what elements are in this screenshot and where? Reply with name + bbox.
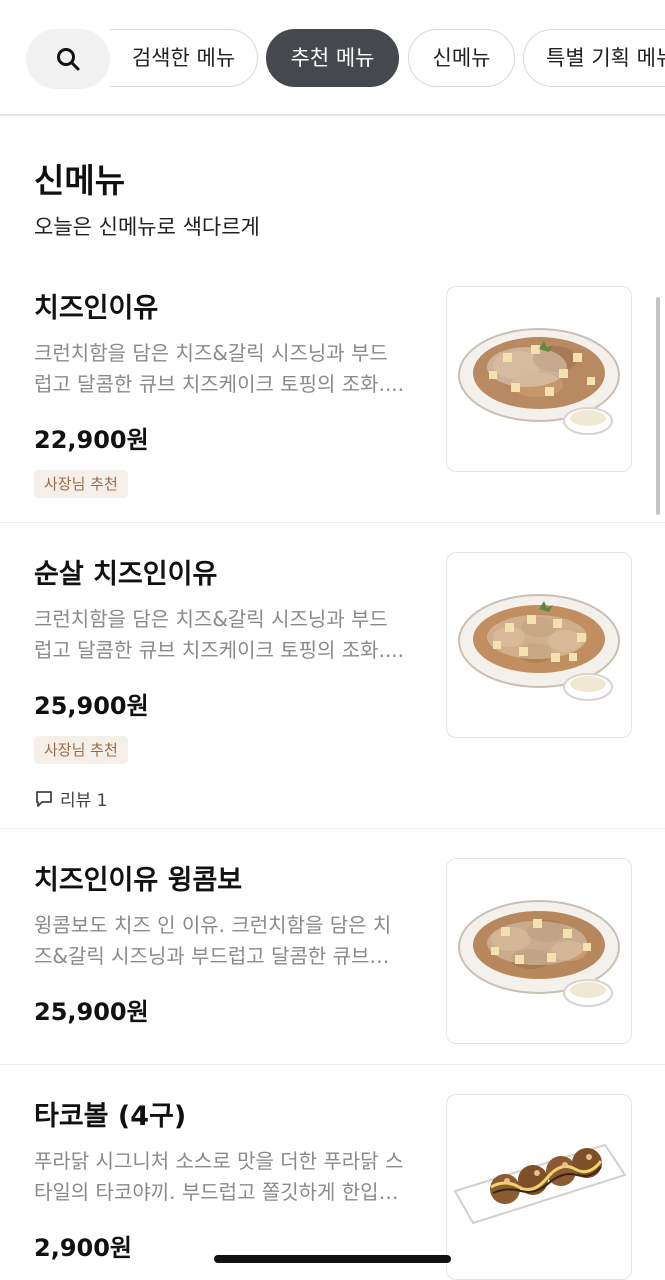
- speech-bubble-icon: [36, 790, 52, 807]
- search-icon: [57, 48, 80, 71]
- menu-item-image[interactable]: [446, 552, 632, 738]
- tab-special-menu[interactable]: 특별 기획 메뉴: [523, 29, 665, 87]
- menu-item[interactable]: 치즈인이유 윙콤보 윙콤보도 치즈 인 이유. 크런치함을 담은 치 즈&갈릭 …: [0, 858, 665, 1064]
- menu-item-name: 치즈인이유: [34, 293, 159, 324]
- menu-item-price: 22,900원: [34, 426, 149, 454]
- scrollbar-thumb[interactable]: [656, 297, 660, 515]
- owner-recommend-badge: 사장님 추천: [34, 470, 128, 498]
- menu-item-name: 치즈인이유 윙콤보: [34, 865, 243, 896]
- menu-item[interactable]: 순살 치즈인이유 크런치함을 담은 치즈&갈릭 시즈닝과 부드 럽고 달콤한 큐…: [0, 552, 665, 828]
- menu-item-name: 타코볼 (4구): [34, 1101, 187, 1132]
- item-divider: [0, 1064, 665, 1065]
- menu-item-price: 25,900원: [34, 998, 149, 1026]
- menu-item-name: 순살 치즈인이유: [34, 559, 218, 590]
- wing-combo-photo: [458, 900, 620, 1007]
- section-title: 신메뉴: [34, 161, 126, 200]
- item-divider: [0, 828, 665, 829]
- menu-item[interactable]: 치즈인이유 크런치함을 담은 치즈&갈릭 시즈닝과 부드 럽고 달콤한 큐브 치…: [0, 286, 665, 522]
- home-indicator[interactable]: [214, 1255, 451, 1263]
- menu-item-description: 윙콤보도 치즈 인 이유. 크런치함을 담은 치 즈&갈릭 시즈닝과 부드럽고 …: [34, 913, 392, 968]
- menu-item-description: 크런치함을 담은 치즈&갈릭 시즈닝과 부드 럽고 달콤한 큐브 치즈케이크 토…: [34, 341, 405, 396]
- menu-item-description: 크런치함을 담은 치즈&갈릭 시즈닝과 부드 럽고 달콤한 큐브 치즈케이크 토…: [34, 607, 405, 662]
- menu-item-description: 푸라닭 시그니처 소스로 맛을 더한 푸라닭 스 타일의 타코야끼. 부드럽고 …: [34, 1149, 404, 1204]
- tab-recommended-menu[interactable]: 추천 메뉴: [266, 29, 399, 87]
- category-tab-bar: 검색한 메뉴 추천 메뉴 신메뉴 특별 기획 메뉴: [0, 0, 665, 116]
- takoyaki-photo: [453, 1143, 627, 1225]
- menu-item[interactable]: 타코볼 (4구) 푸라닭 시그니처 소스로 맛을 더한 푸라닭 스 타일의 타코…: [0, 1094, 665, 1280]
- menu-item-price: 25,900원: [34, 692, 149, 720]
- menu-item-image[interactable]: [446, 858, 632, 1044]
- owner-recommend-badge: 사장님 추천: [34, 736, 128, 764]
- menu-item-image[interactable]: [446, 1094, 632, 1280]
- menu-item-image[interactable]: [446, 286, 632, 472]
- tab-searched-menu[interactable]: 검색한 메뉴: [110, 29, 258, 87]
- boneless-chicken-photo: [458, 594, 620, 701]
- review-count[interactable]: 리뷰 1: [34, 786, 108, 811]
- review-count-label: 리뷰 1: [60, 791, 108, 811]
- item-divider: [0, 522, 665, 523]
- menu-item-price: 2,900원: [34, 1234, 132, 1262]
- chicken-wings-photo: [458, 328, 620, 435]
- tab-new-menu[interactable]: 신메뉴: [408, 29, 515, 87]
- section-subtitle: 오늘은 신메뉴로 색다르게: [34, 215, 260, 239]
- search-button[interactable]: [26, 29, 110, 89]
